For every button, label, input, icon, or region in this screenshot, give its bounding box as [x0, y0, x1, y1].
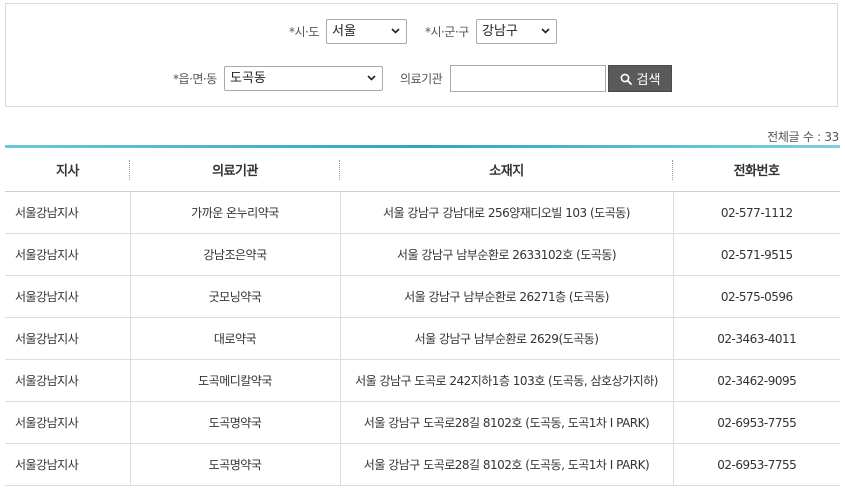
- cell-phone: 02-3462-9095: [673, 359, 840, 402]
- org-label: 의료기관: [400, 72, 443, 86]
- col-header-address: 소재지: [340, 148, 673, 192]
- cell-phone: 02-577-1112: [673, 191, 840, 234]
- cell-branch: 서울강남지사: [5, 443, 131, 486]
- chevron-down-icon: [367, 75, 376, 81]
- table-row[interactable]: 서울강남지사 도곡메디칼약국 서울 강남구 도곡로 242지하1층 103호 (…: [5, 359, 840, 402]
- cell-institution: 가까운 온누리약국: [130, 191, 341, 234]
- cell-phone: 02-575-0596: [673, 275, 840, 318]
- emd-select[interactable]: 도곡동: [224, 66, 383, 91]
- total-count: 전체글 수 : 33: [767, 130, 839, 144]
- search-panel: *시·도 서울 *시·군·구 강남구 *읍·면·동 도곡동 의료기관 검색: [5, 3, 838, 107]
- cell-address: 서울 강남구 남부순환로 2633102호 (도곡동): [340, 233, 674, 276]
- chevron-down-icon: [541, 28, 550, 34]
- cell-institution: 강남조은약국: [130, 233, 341, 276]
- cell-address: 서울 강남구 도곡로28길 8102호 (도곡동, 도곡1차 I PARK): [340, 443, 674, 486]
- cell-phone: 02-6953-7755: [673, 443, 840, 486]
- table-row[interactable]: 서울강남지사 가까운 온누리약국 서울 강남구 강남대로 256양재디오빌 10…: [5, 191, 840, 234]
- org-search-input[interactable]: [450, 65, 606, 92]
- emd-label: *읍·면·동: [173, 72, 217, 86]
- sido-select-value: 서울: [332, 24, 356, 39]
- col-header-institution: 의료기관: [130, 148, 340, 192]
- cell-branch: 서울강남지사: [5, 275, 131, 318]
- table-row[interactable]: 서울강남지사 도곡명약국 서울 강남구 도곡로28길 8102호 (도곡동, 도…: [5, 443, 840, 486]
- search-button-label: 검색: [636, 73, 661, 88]
- chevron-down-icon: [391, 28, 400, 34]
- cell-branch: 서울강남지사: [5, 317, 131, 360]
- cell-branch: 서울강남지사: [5, 359, 131, 402]
- cell-institution: 도곡메디칼약국: [130, 359, 341, 402]
- table-row[interactable]: 서울강남지사 도곡명약국 서울 강남구 도곡로28길 8102호 (도곡동, 도…: [5, 401, 840, 444]
- cell-branch: 서울강남지사: [5, 401, 131, 444]
- sido-select[interactable]: 서울: [326, 19, 407, 44]
- cell-branch: 서울강남지사: [5, 191, 131, 234]
- search-button[interactable]: 검색: [608, 65, 672, 92]
- cell-branch: 서울강남지사: [5, 233, 131, 276]
- emd-select-value: 도곡동: [230, 71, 266, 86]
- sigungu-select-value: 강남구: [482, 24, 518, 39]
- sigungu-label: *시·군·구: [425, 25, 469, 39]
- results-table: 지사 의료기관 소재지 전화번호 서울강남지사 가까운 온누리약국 서울 강남구…: [5, 148, 840, 486]
- cell-institution: 도곡명약국: [130, 443, 341, 486]
- table-row[interactable]: 서울강남지사 강남조은약국 서울 강남구 남부순환로 2633102호 (도곡동…: [5, 233, 840, 276]
- table-header-row: 지사 의료기관 소재지 전화번호: [5, 148, 840, 192]
- cell-address: 서울 강남구 남부순환로 2629(도곡동): [340, 317, 674, 360]
- cell-address: 서울 강남구 강남대로 256양재디오빌 103 (도곡동): [340, 191, 674, 234]
- table-row[interactable]: 서울강남지사 굿모닝약국 서울 강남구 남부순환로 26271층 (도곡동) 0…: [5, 275, 840, 318]
- search-icon: [620, 73, 632, 85]
- cell-phone: 02-6953-7755: [673, 401, 840, 444]
- cell-institution: 대로약국: [130, 317, 341, 360]
- sigungu-select[interactable]: 강남구: [476, 19, 557, 44]
- sido-label: *시·도: [289, 25, 319, 39]
- cell-address: 서울 강남구 도곡로28길 8102호 (도곡동, 도곡1차 I PARK): [340, 401, 674, 444]
- cell-phone: 02-3463-4011: [673, 317, 840, 360]
- col-header-phone: 전화번호: [673, 148, 840, 192]
- col-header-branch: 지사: [5, 148, 130, 192]
- cell-address: 서울 강남구 남부순환로 26271층 (도곡동): [340, 275, 674, 318]
- cell-address: 서울 강남구 도곡로 242지하1층 103호 (도곡동, 삼호상가지하): [340, 359, 674, 402]
- table-row[interactable]: 서울강남지사 대로약국 서울 강남구 남부순환로 2629(도곡동) 02-34…: [5, 317, 840, 360]
- cell-institution: 굿모닝약국: [130, 275, 341, 318]
- cell-phone: 02-571-9515: [673, 233, 840, 276]
- cell-institution: 도곡명약국: [130, 401, 341, 444]
